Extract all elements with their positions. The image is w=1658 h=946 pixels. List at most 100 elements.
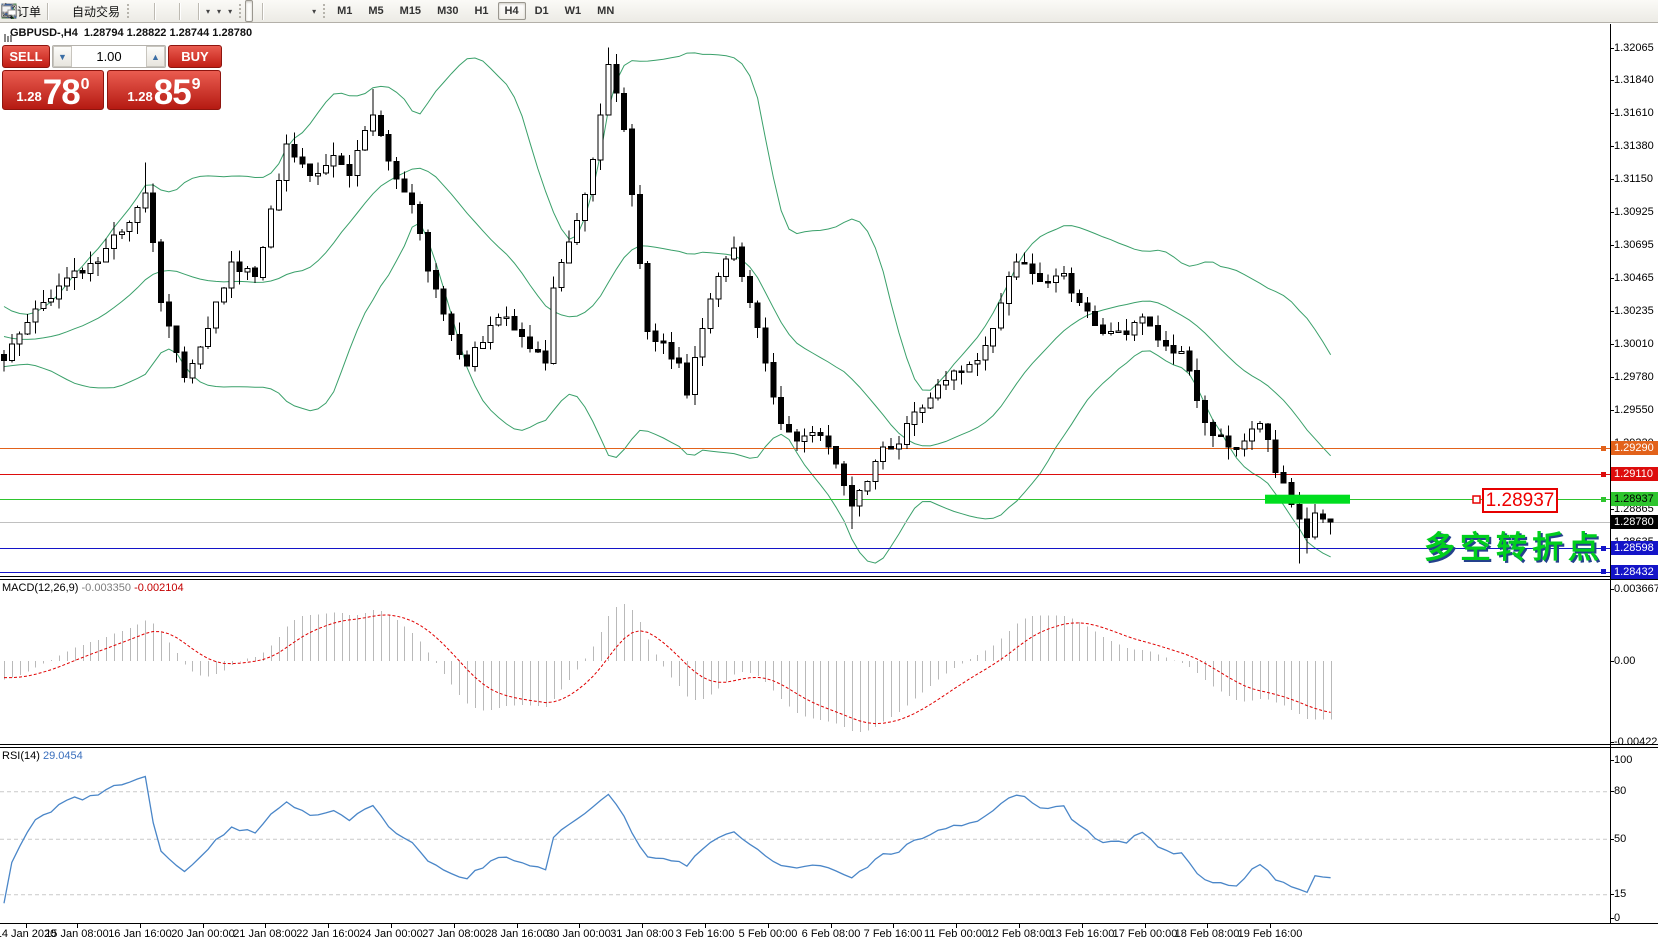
toolbar-separator: [154, 3, 155, 20]
line-anchor: [1601, 569, 1606, 574]
rsi-panel[interactable]: [0, 748, 1610, 922]
price-label: 1.31610: [1614, 107, 1654, 120]
time-label: 27 Jan 08:00: [422, 928, 486, 940]
time-label: 30 Jan 00:00: [547, 928, 611, 940]
time-label: 5 Feb 00:00: [739, 928, 798, 940]
timeframe-button-mn[interactable]: MN: [590, 2, 621, 20]
timeframe-button-d1[interactable]: D1: [528, 2, 556, 20]
time-label: 15 Jan 08:00: [45, 928, 109, 940]
macd-panel[interactable]: [0, 580, 1610, 744]
line-anchor: [1601, 497, 1606, 502]
line-chart-icon[interactable]: [145, 1, 151, 21]
volume-stepper[interactable]: ▼ 1.00 ▲: [52, 45, 166, 68]
time-label: 7 Feb 16:00: [864, 928, 923, 940]
crosshair-icon[interactable]: [253, 1, 259, 21]
toolbar-grip[interactable]: [322, 3, 326, 19]
buy-price-sup: 9: [192, 76, 201, 94]
indicators-icon[interactable]: ▾: [224, 1, 235, 21]
auto-trading-button[interactable]: 自动交易: [69, 1, 123, 21]
price-callout-label[interactable]: 1.28937: [1482, 488, 1558, 513]
periods-icon[interactable]: ▾: [213, 1, 224, 21]
volume-decrease-button[interactable]: ▼: [53, 46, 72, 67]
price-badge: 1.28937: [1611, 492, 1658, 506]
price-label: 1.30010: [1614, 338, 1654, 351]
volume-increase-button[interactable]: ▲: [146, 46, 165, 67]
sell-button[interactable]: SELL: [2, 45, 50, 68]
price-label: 1.30925: [1614, 206, 1654, 219]
buy-price-button[interactable]: 1.28859: [107, 70, 221, 110]
sell-price-sup: 0: [81, 76, 90, 94]
rsi-label: RSI(14) 29.0454: [2, 750, 83, 762]
time-axis: 14 Jan 202015 Jan 08:0016 Jan 16:0020 Ja…: [0, 923, 1658, 946]
line-anchor: [1601, 472, 1606, 477]
time-label: 17 Feb 00:00: [1113, 928, 1178, 940]
sell-price-big: 78: [43, 78, 80, 109]
time-label: 21 Jan 08:00: [233, 928, 297, 940]
price-badge: 1.29110: [1611, 467, 1658, 481]
time-label: 12 Feb 08:00: [987, 928, 1052, 940]
price-label: 1.29780: [1614, 371, 1654, 384]
timeframe-button-m1[interactable]: M1: [330, 2, 359, 20]
time-label: 18 Feb 08:00: [1175, 928, 1240, 940]
price-label: 1.31380: [1614, 140, 1654, 153]
time-label: 22 Jan 16:00: [296, 928, 360, 940]
macd-axis-label: 0.003667: [1614, 583, 1658, 596]
macd-axis-label: 0.00: [1614, 655, 1635, 668]
one-click-trading-panel: SELL ▼ 1.00 ▲ BUY 1.28780 1.28859: [2, 45, 222, 110]
buy-price-big: 85: [154, 78, 191, 109]
time-label: 11 Feb 00:00: [924, 928, 988, 940]
sell-price-button[interactable]: 1.28780: [2, 70, 104, 110]
volume-value[interactable]: 1.00: [72, 46, 146, 67]
toolbar-separator: [198, 3, 199, 20]
price-badge: 1.28780: [1611, 515, 1658, 529]
price-label: 1.30235: [1614, 305, 1654, 318]
toolbar-grip[interactable]: [238, 3, 242, 19]
macd-label: MACD(12,26,9) -0.003350 -0.002104: [2, 582, 184, 594]
buy-price-small: 1.28: [127, 89, 152, 104]
tile-windows-icon[interactable]: [170, 1, 176, 21]
time-label: 6 Feb 08:00: [802, 928, 861, 940]
price-label: 1.29550: [1614, 404, 1654, 417]
price-label: 1.31150: [1614, 173, 1653, 186]
time-label: 24 Jan 00:00: [359, 928, 423, 940]
timeframe-button-m30[interactable]: M30: [430, 2, 465, 20]
time-label: 19 Feb 16:00: [1238, 928, 1303, 940]
rsi-axis-label: 50: [1614, 833, 1626, 846]
time-label: 3 Feb 16:00: [676, 928, 735, 940]
rsi-axis-label: 100: [1614, 754, 1632, 767]
price-chart[interactable]: [0, 24, 1610, 576]
new-chart-icon[interactable]: ▾: [202, 1, 213, 21]
timeframe-button-m15[interactable]: M15: [393, 2, 428, 20]
symbol-info: GBPUSD-,H4 1.28794 1.28822 1.28744 1.287…: [4, 27, 252, 39]
top-toolbar: 新订单自动交易▾▾▾EFAT▾M1M5M15M30H1H4D1W1MN: [0, 0, 1658, 23]
mt4-window: 新订单自动交易▾▾▾EFAT▾M1M5M15M30H1H4D1W1MN GBPU…: [0, 0, 1658, 946]
time-label: 31 Jan 08:00: [610, 928, 674, 940]
price-badge: 1.29290: [1611, 441, 1658, 455]
time-label: 20 Jan 00:00: [171, 928, 235, 940]
price-label: 1.30695: [1614, 239, 1654, 252]
time-label: 28 Jan 16:00: [485, 928, 549, 940]
chat-icon[interactable]: [1650, 1, 1656, 21]
rsi-axis-label: 80: [1614, 785, 1626, 798]
arrows-icon[interactable]: ▾: [308, 1, 319, 21]
panel-splitter[interactable]: [0, 576, 1658, 577]
buy-button[interactable]: BUY: [168, 45, 222, 68]
timeframe-button-h1[interactable]: H1: [467, 2, 495, 20]
panel-splitter[interactable]: [0, 744, 1658, 745]
cursor-icon[interactable]: [245, 0, 253, 22]
macd-axis-label: -0.00422: [1614, 736, 1657, 749]
toolbar-grip[interactable]: [126, 3, 130, 19]
timeframe-button-h4[interactable]: H4: [498, 2, 526, 20]
timeframe-button-w1[interactable]: W1: [558, 2, 589, 20]
timeframe-button-m5[interactable]: M5: [361, 2, 390, 20]
time-label: 13 Feb 16:00: [1050, 928, 1115, 940]
annotation-text[interactable]: 多空转折点: [1424, 522, 1604, 567]
price-label: 1.30465: [1614, 272, 1654, 285]
rsi-axis-label: 15: [1614, 888, 1626, 901]
toolbar-separator: [179, 3, 180, 20]
toolbar-separator: [262, 3, 263, 20]
indicator-window-remove-icon[interactable]: [189, 1, 195, 21]
toolbar-separator: [47, 3, 48, 20]
time-label: 16 Jan 16:00: [108, 928, 172, 940]
line-anchor: [1601, 446, 1606, 451]
